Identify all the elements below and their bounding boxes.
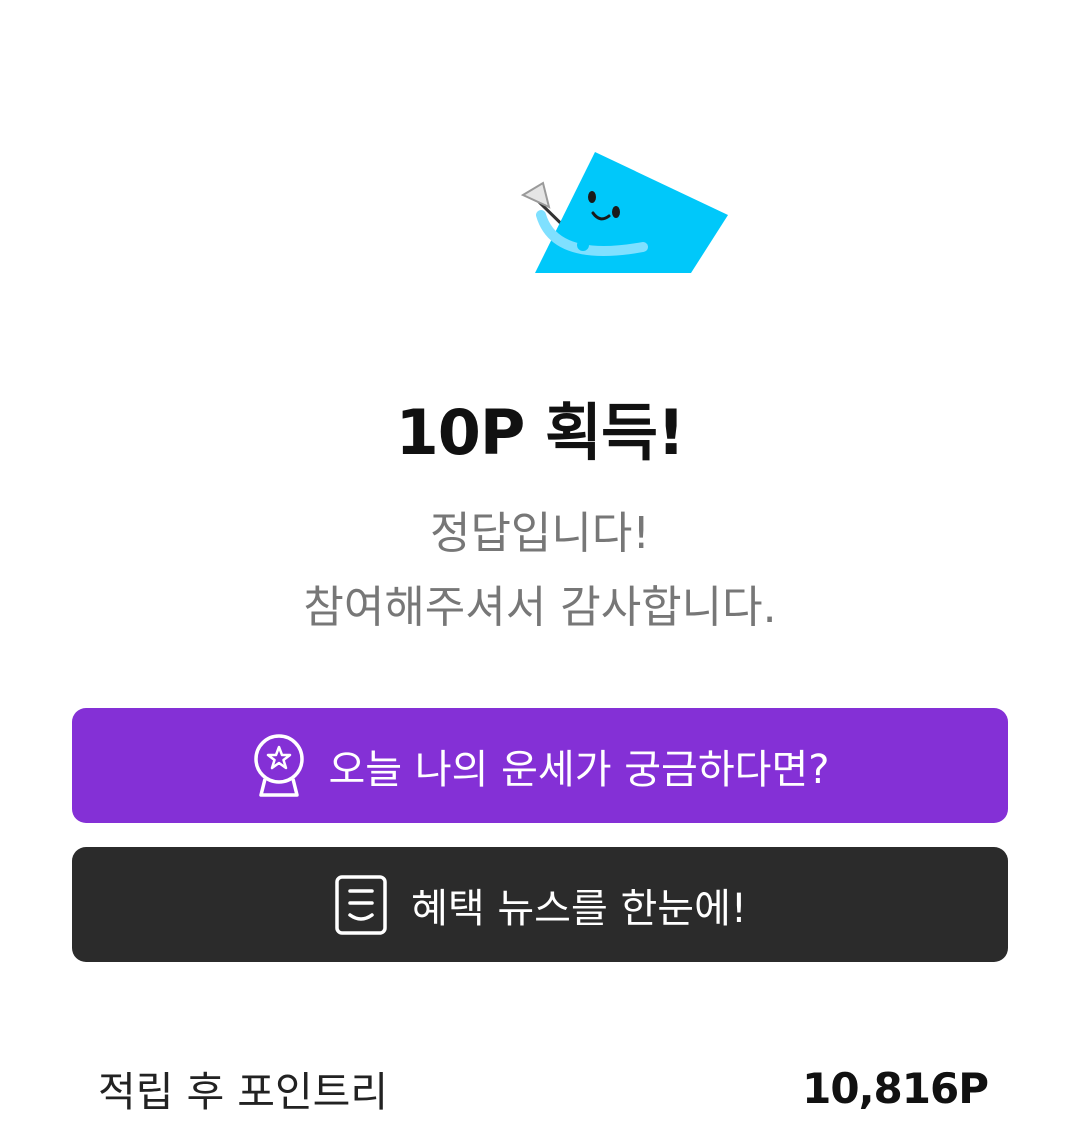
benefit-news-button-label: 혜택 뉴스를 한눈에! [411,885,747,932]
reward-message-line2: 참여해주셔서 감사합니다. [303,582,777,633]
reward-result-screen: 10P 획득! 정답입니다! 참여해주셔서 감사합니다. 오늘 나의 운세가 궁… [0,0,1080,1123]
points-summary: 적립 후 포인트리 10,816P [98,1058,989,1118]
document-icon [333,874,389,936]
reward-message: 정답입니다! 참여해주셔서 감사합니다. [0,497,1080,645]
points-value: 10,816P [802,1063,989,1113]
fortune-button-label: 오늘 나의 운세가 궁금하다면? [328,746,830,793]
crystal-ball-icon [251,733,307,799]
mascot-illustration [515,145,740,285]
reward-message-line1: 정답입니다! [429,508,651,559]
fortune-button[interactable]: 오늘 나의 운세가 궁금하다면? [72,708,1008,823]
benefit-news-button[interactable]: 혜택 뉴스를 한눈에! [72,847,1008,962]
reward-title: 10P 획득! [395,396,686,469]
points-label: 적립 후 포인트리 [98,1068,389,1116]
